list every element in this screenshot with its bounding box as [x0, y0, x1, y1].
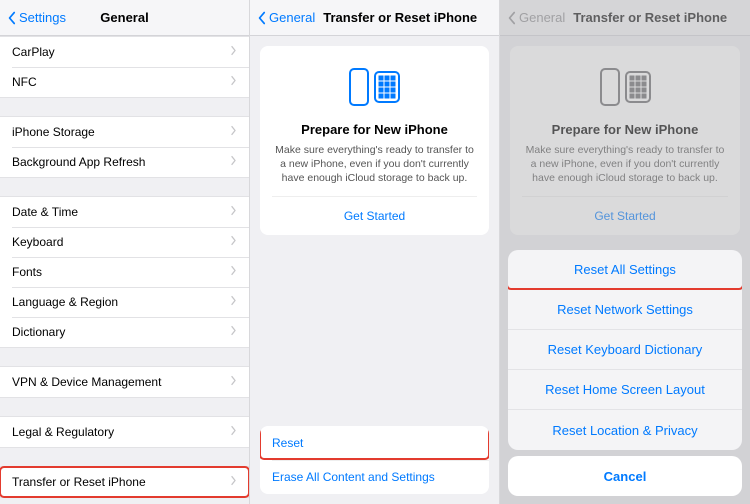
option-label: Reset All Settings	[574, 262, 676, 277]
row-language-region[interactable]: Language & Region	[0, 287, 249, 317]
nav-bar: Settings General	[0, 0, 249, 36]
settings-scroll[interactable]: CarPlay NFC iPhone Storage Background Ap…	[0, 36, 249, 504]
settings-group: Legal & Regulatory	[0, 416, 249, 448]
back-button[interactable]: General	[256, 10, 315, 25]
row-label: NFC	[12, 75, 37, 89]
settings-group: CarPlay NFC	[0, 36, 249, 98]
row-nfc[interactable]: NFC	[0, 67, 249, 97]
row-label: Fonts	[12, 265, 42, 279]
row-label: iPhone Storage	[12, 125, 95, 139]
row-iphone-storage[interactable]: iPhone Storage	[0, 117, 249, 147]
chevron-right-icon	[230, 155, 237, 169]
erase-all-button[interactable]: Erase All Content and Settings	[260, 460, 489, 494]
cancel-button[interactable]: Cancel	[508, 456, 742, 496]
card-body: Make sure everything's ready to transfer…	[272, 143, 477, 186]
nav-bar: General Transfer or Reset iPhone	[250, 0, 499, 36]
chevron-right-icon	[230, 45, 237, 59]
row-legal-regulatory[interactable]: Legal & Regulatory	[0, 417, 249, 447]
chevron-right-icon	[230, 425, 237, 439]
settings-group: iPhone Storage Background App Refresh	[0, 116, 249, 178]
pane-reset-sheet: General Transfer or Reset iPhone Prepare…	[500, 0, 750, 504]
chevron-left-icon	[256, 11, 267, 25]
link-label: Reset	[272, 436, 303, 450]
chevron-right-icon	[230, 235, 237, 249]
reset-network-settings-option[interactable]: Reset Network Settings	[508, 290, 742, 330]
page-title: Transfer or Reset iPhone	[323, 10, 477, 25]
row-vpn-device-management[interactable]: VPN & Device Management	[0, 367, 249, 397]
row-label: Keyboard	[12, 235, 63, 249]
pane-general: Settings General CarPlay NFC iPhone Stor…	[0, 0, 250, 504]
action-sheet: Reset All Settings Reset Network Setting…	[508, 250, 742, 496]
settings-group: Transfer or Reset iPhone	[0, 466, 249, 498]
chevron-right-icon	[230, 75, 237, 89]
option-label: Reset Keyboard Dictionary	[548, 342, 703, 357]
shut-down-button[interactable]: Shut Down	[0, 498, 249, 504]
reset-keyboard-dictionary-option[interactable]: Reset Keyboard Dictionary	[508, 330, 742, 370]
option-label: Reset Location & Privacy	[552, 423, 697, 438]
device-transfer-icon	[272, 60, 477, 114]
pane-transfer-reset: General Transfer or Reset iPhone Prepare…	[250, 0, 500, 504]
reset-button[interactable]: Reset	[260, 426, 489, 460]
back-label: Settings	[19, 10, 66, 25]
row-fonts[interactable]: Fonts	[0, 257, 249, 287]
settings-group: VPN & Device Management	[0, 366, 249, 398]
row-label: Dictionary	[12, 325, 65, 339]
reset-home-screen-layout-option[interactable]: Reset Home Screen Layout	[508, 370, 742, 410]
prepare-card: Prepare for New iPhone Make sure everyth…	[260, 46, 489, 235]
chevron-left-icon	[6, 11, 17, 25]
chevron-right-icon	[230, 375, 237, 389]
row-label: Date & Time	[12, 205, 78, 219]
settings-group: Date & Time Keyboard Fonts Language & Re…	[0, 196, 249, 348]
get-started-button[interactable]: Get Started	[272, 196, 477, 235]
sheet-options: Reset All Settings Reset Network Setting…	[508, 250, 742, 450]
row-transfer-or-reset[interactable]: Transfer or Reset iPhone	[0, 467, 249, 497]
row-label: Legal & Regulatory	[12, 425, 114, 439]
row-keyboard[interactable]: Keyboard	[0, 227, 249, 257]
reset-location-privacy-option[interactable]: Reset Location & Privacy	[508, 410, 742, 450]
chevron-right-icon	[230, 325, 237, 339]
row-dictionary[interactable]: Dictionary	[0, 317, 249, 347]
back-button[interactable]: Settings	[6, 10, 66, 25]
bottom-actions: Reset Erase All Content and Settings	[260, 426, 489, 494]
option-label: Reset Home Screen Layout	[545, 382, 705, 397]
page-title: General	[100, 10, 148, 25]
link-label: Erase All Content and Settings	[272, 470, 435, 484]
chevron-right-icon	[230, 125, 237, 139]
cancel-label: Cancel	[604, 469, 647, 484]
row-label: Language & Region	[12, 295, 118, 309]
row-carplay[interactable]: CarPlay	[0, 37, 249, 67]
option-label: Reset Network Settings	[557, 302, 693, 317]
card-heading: Prepare for New iPhone	[272, 122, 477, 137]
row-label: Transfer or Reset iPhone	[12, 475, 146, 489]
row-date-time[interactable]: Date & Time	[0, 197, 249, 227]
chevron-right-icon	[230, 475, 237, 489]
row-label: VPN & Device Management	[12, 375, 161, 389]
reset-all-settings-option[interactable]: Reset All Settings	[508, 250, 742, 290]
back-label: General	[269, 10, 315, 25]
chevron-right-icon	[230, 295, 237, 309]
row-background-app-refresh[interactable]: Background App Refresh	[0, 147, 249, 177]
row-label: CarPlay	[12, 45, 55, 59]
chevron-right-icon	[230, 265, 237, 279]
chevron-right-icon	[230, 205, 237, 219]
row-label: Background App Refresh	[12, 155, 145, 169]
